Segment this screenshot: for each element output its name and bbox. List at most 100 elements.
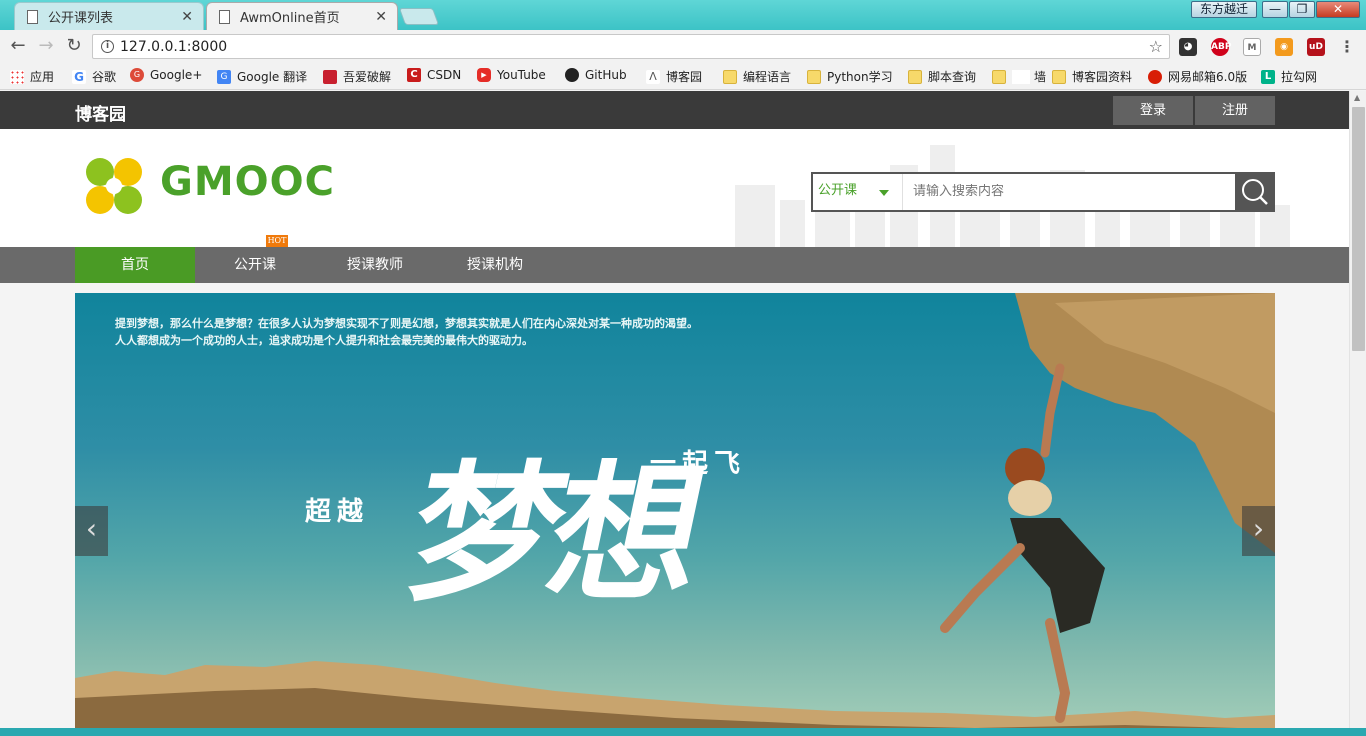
bookmark-csdn[interactable]: C CSDN [407,68,461,82]
bookmark-label: 博客园 [666,70,703,84]
extension-ghost-icon[interactable]: ◕ [1179,38,1197,56]
nav-home[interactable]: 首页 [75,247,195,283]
google-icon: G [72,69,86,84]
tab-title: AwmOnline首页 [240,11,340,26]
chevron-down-icon[interactable] [879,190,889,196]
bookmark-google[interactable]: G 谷歌 [72,68,116,85]
bookmark-netease-mail[interactable]: 网易邮箱6.0版 [1148,68,1247,85]
ublock-icon[interactable]: uD [1307,38,1325,56]
bookmark-folder-scripts[interactable]: 脚本查询 [908,68,976,85]
tab-title: 公开课列表 [48,11,114,26]
carousel-prev-button[interactable]: ‹ [75,506,108,556]
scrollbar-thumb[interactable] [1352,107,1365,351]
bookmark-label: 吾爱破解 [343,70,392,84]
bookmark-youtube[interactable]: ▶ YouTube [477,68,546,82]
tab-home[interactable]: AwmOnline首页 ✕ [206,2,398,30]
folder-icon [908,69,922,84]
bookmark-label: 脚本查询 [928,70,977,84]
search-input[interactable] [913,184,1213,199]
profile-button[interactable]: 东方越迁 [1191,1,1257,18]
search-box: 公开课 [811,172,1275,212]
bookmark-star-icon[interactable]: ☆ [1149,37,1163,56]
nav-organizations[interactable]: 授课机构 [435,247,555,283]
carousel-next-button[interactable]: › [1242,506,1275,556]
logo-text[interactable]: GMOOC [160,159,335,205]
bookmarks-bar: 应用 G 谷歌 G Google+ G Google 翻译 吾爱破解 C CSD… [0,63,1366,90]
52pojie-icon [323,69,337,84]
banner-intro: 提到梦想，那么什么是梦想？在很多人认为梦想实现不了则是幻想，梦想其实就是人们在内… [115,315,698,349]
search-icon [1242,179,1268,205]
banner-intro-line: 提到梦想，那么什么是梦想？在很多人认为梦想实现不了则是幻想，梦想其实就是人们在内… [115,317,698,330]
bookmark-label: 博客园资料 [1072,70,1133,84]
redacted-block [1012,69,1030,84]
gmooc-logo-icon[interactable] [85,157,143,215]
bookmark-folder-cnblogs-docs[interactable]: 博客园资料 [1052,68,1132,85]
apps-grid-icon [10,69,24,84]
bookmark-folder-python[interactable]: Python学习 [807,68,893,85]
new-tab-button[interactable] [398,8,440,25]
bookmark-label: 拉勾网 [1281,70,1318,84]
forward-icon[interactable]: → [35,36,57,58]
site-brand[interactable]: 博客园 [75,100,126,125]
bookmark-label: Google 翻译 [237,70,308,84]
bookmark-52pojie[interactable]: 吾爱破解 [323,68,391,85]
bookmark-folder-programming[interactable]: 编程语言 [723,68,791,85]
tab-close-icon[interactable]: ✕ [375,9,387,25]
nav-open-courses[interactable]: 公开课 [195,247,315,283]
document-icon [219,9,230,24]
bookmark-label: 墙 [1034,70,1047,84]
climber-figure [940,363,1105,723]
folder-icon [807,69,821,84]
register-button[interactable]: 注册 [1195,96,1275,125]
scroll-up-icon[interactable]: ▲ [1354,93,1360,102]
folder-icon [723,69,737,84]
adblock-icon[interactable]: ABP [1211,38,1231,56]
minimize-button[interactable]: — [1262,1,1288,18]
info-icon[interactable]: i [101,40,114,53]
csdn-icon: C [407,68,421,82]
search-button[interactable] [1235,172,1275,212]
bookmark-label: GitHub [585,68,627,82]
google-plus-icon: G [130,68,144,82]
document-icon [27,9,38,24]
bookmark-label: YouTube [497,68,546,82]
bookmark-github[interactable]: GitHub [565,68,627,82]
search-category-label: 公开课 [818,183,858,198]
search-category-select[interactable]: 公开课 [813,174,903,210]
page-viewport: 博客园 登录 注册 GMOOC 公开课 请输入搜索内容 HOT 首页 公开课 授… [0,91,1349,736]
tab-close-icon[interactable]: ✕ [181,9,193,25]
login-button[interactable]: 登录 [1113,96,1193,125]
banner-headline-prefix: 超越 [305,497,370,527]
os-taskbar [0,728,1366,736]
netease-icon [1148,69,1162,84]
url-text: 127.0.0.1:8000 [120,39,228,55]
bookmark-label: 应用 [30,70,55,84]
bookmark-label: Python学习 [827,70,893,84]
back-icon[interactable]: ← [7,36,29,58]
gmail-checker-icon[interactable]: M [1243,38,1261,56]
cnblogs-icon: Ʌ [646,69,660,84]
google-translate-icon: G [217,69,231,84]
bookmark-folder-wall[interactable]: 墙 [992,68,1046,85]
rss-icon[interactable]: ◉ [1275,38,1293,56]
site-header: GMOOC 公开课 [0,129,1349,247]
maximize-button[interactable]: ❐ [1289,1,1315,18]
bookmark-cnblogs[interactable]: Ʌ 博客园 [646,68,702,85]
folder-icon [1052,69,1066,84]
vertical-scrollbar[interactable]: ▲ [1349,91,1366,736]
bookmark-label: 网易邮箱6.0版 [1168,70,1248,84]
window-close-button[interactable]: ✕ [1316,1,1360,18]
bookmark-label: CSDN [427,68,462,82]
youtube-icon: ▶ [477,68,491,82]
bookmark-lagou[interactable]: L 拉勾网 [1261,68,1317,85]
hero-banner[interactable]: 提到梦想，那么什么是梦想？在很多人认为梦想实现不了则是幻想，梦想其实就是人们在内… [75,293,1275,736]
tab-course-list[interactable]: 公开课列表 ✕ [14,2,204,30]
lagou-icon: L [1261,69,1275,84]
address-bar[interactable]: i 127.0.0.1:8000 ☆ [92,34,1170,59]
menu-icon[interactable]: ⋮ [1338,38,1356,56]
reload-icon[interactable]: ↻ [63,36,85,58]
bookmark-apps[interactable]: 应用 [10,68,54,85]
nav-teachers[interactable]: 授课教师 [315,247,435,283]
bookmark-google-translate[interactable]: G Google 翻译 [217,68,307,85]
bookmark-google-plus[interactable]: G Google+ [130,68,202,82]
